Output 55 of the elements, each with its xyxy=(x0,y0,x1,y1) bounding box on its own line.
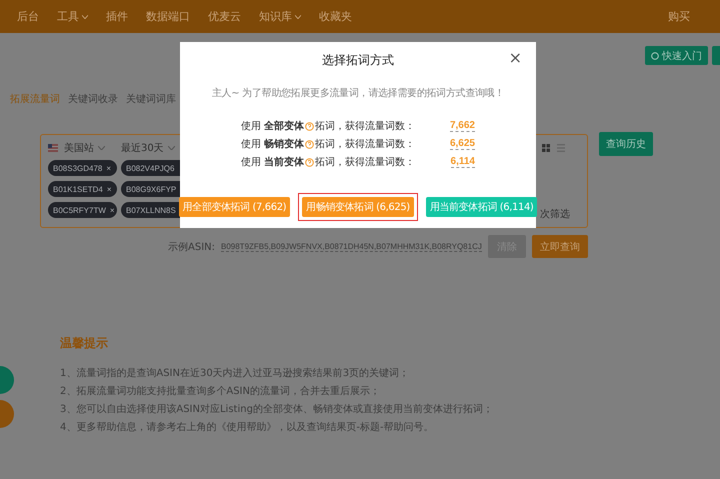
nav-link[interactable]: 工具 xyxy=(48,9,97,24)
nav-link[interactable]: 优麦云 xyxy=(199,9,250,24)
flag-icon xyxy=(48,144,58,152)
remove-icon[interactable]: × xyxy=(106,164,112,172)
caret-icon xyxy=(168,146,175,150)
asin-tag: B0C5RFY7TW × xyxy=(48,202,117,218)
option-label: 使用 当前变体 xyxy=(241,155,304,169)
tip-text: 4、更多帮助信息，请参考右上角的《使用帮助》，以及查询结果页-标题-帮助问号。 xyxy=(60,420,435,434)
asin-tag: B08S3GD478 × xyxy=(48,160,117,176)
filter-text: 次筛选 xyxy=(540,208,570,221)
tip-text: 3、您可以自由选择使用该ASIN对应Listing的全部变体、畅销变体或直接使用当前变体进行拓词； xyxy=(60,402,494,416)
option-label: 使用 全部变体 xyxy=(241,119,304,133)
caret-icon xyxy=(295,14,301,18)
period-select[interactable]: 最近30天 xyxy=(121,141,175,155)
tab[interactable]: 关键词词库 xyxy=(126,92,176,106)
help-icon[interactable] xyxy=(305,140,314,148)
tip-text: 2、拓展流量词功能支持批量查询多个ASIN的流量词，合并去重后展示； xyxy=(60,384,381,398)
word-count: 6,114 xyxy=(450,156,475,168)
word-count: 7,662 xyxy=(450,120,475,132)
asin-tag: B01K1SETD4 × xyxy=(48,181,117,197)
list-icon[interactable] xyxy=(557,144,565,152)
nav-link[interactable]: 后台 xyxy=(8,9,48,24)
nav-link[interactable]: 数据端口 xyxy=(137,9,199,24)
nav-link[interactable]: 收藏夹 xyxy=(310,9,361,24)
nav-link[interactable]: 购买 xyxy=(668,9,690,24)
option-text: 拓词，获得流量词数： xyxy=(315,120,416,133)
remove-icon[interactable]: × xyxy=(106,184,112,194)
help-icon[interactable] xyxy=(305,122,314,130)
remove-icon[interactable]: × xyxy=(110,206,115,214)
tip-text: 1、流量词指的是查询ASIN在近30天内进入过亚马逊搜索结果前3页的关键词； xyxy=(60,366,410,380)
word-count: 6,625 xyxy=(450,138,475,150)
variant-button[interactable]: 用畅销变体拓词 (6,625) xyxy=(302,197,414,217)
option-text: 拓词，获得流量词数： xyxy=(315,138,416,151)
dialog-subtitle: 主人~ 为了帮助您拓展更多流量词，请选择需要的拓词方式查询哦！ xyxy=(212,86,504,100)
tab[interactable]: 关键词收录 xyxy=(68,92,118,106)
history-button[interactable]: 查询历史 xyxy=(599,132,653,156)
site-select[interactable]: 美国站 xyxy=(64,141,105,155)
tips-title: 温馨提示 xyxy=(60,335,108,352)
help-icon[interactable] xyxy=(305,158,314,166)
close-icon[interactable]: × xyxy=(508,48,522,67)
nav-link[interactable]: 插件 xyxy=(97,9,137,24)
option-text: 拓词，获得流量词数： xyxy=(315,156,416,169)
quick-start-button[interactable]: 快速入门 xyxy=(645,46,708,65)
example-label: 示例ASIN: xyxy=(168,240,215,254)
caret-icon xyxy=(82,14,88,18)
example-asins: B098T9ZFB5,B09JW5FNVX,B0871DH45N,B07MHHM31K,B08RYQ81CJ xyxy=(221,242,482,252)
variant-button[interactable]: 用全部变体拓词 (7,662) xyxy=(178,197,290,217)
query-button[interactable]: 立即查询 xyxy=(532,235,588,258)
nav-link[interactable]: 知识库 xyxy=(250,9,310,24)
tab[interactable]: 拓展流量词 xyxy=(10,92,60,106)
caret-icon xyxy=(98,146,105,150)
variant-button[interactable]: 用当前变体拓词 (6,114) xyxy=(426,197,538,217)
dialog-title: 选择拓词方式 xyxy=(322,52,394,69)
option-label: 使用 畅销变体 xyxy=(241,137,304,151)
grid-icon[interactable] xyxy=(542,144,550,152)
